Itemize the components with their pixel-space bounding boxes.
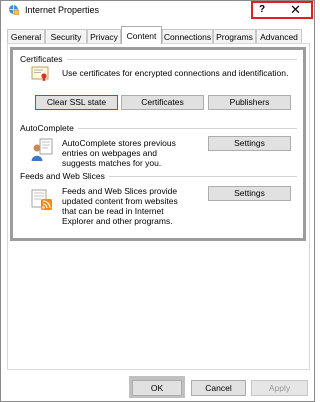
feeds-icon: [31, 189, 52, 210]
help-button[interactable]: ?: [259, 4, 265, 15]
title-bar: Internet Properties ? ✕: [1, 1, 314, 21]
apply-button[interactable]: Apply: [251, 380, 308, 396]
cancel-button[interactable]: Cancel: [191, 380, 246, 396]
certificate-icon: [31, 66, 49, 82]
tab-general[interactable]: General: [7, 29, 45, 43]
certificates-heading: Certificates: [20, 54, 67, 64]
title-controls: ? ✕: [251, 1, 313, 19]
autocomplete-description: AutoComplete stores previous entries on …: [62, 138, 176, 168]
tab-privacy[interactable]: Privacy: [87, 29, 121, 43]
autocomplete-settings-button[interactable]: Settings: [208, 136, 291, 151]
autocomplete-icon: [31, 138, 53, 161]
tab-programs[interactable]: Programs: [213, 29, 256, 43]
feeds-settings-button[interactable]: Settings: [208, 186, 291, 201]
autocomplete-heading: AutoComplete: [20, 123, 78, 133]
publishers-button[interactable]: Publishers: [208, 95, 291, 110]
close-button[interactable]: ✕: [290, 2, 301, 18]
tab-content[interactable]: Content: [121, 26, 162, 44]
ok-button[interactable]: OK: [132, 380, 182, 396]
tab-security[interactable]: Security: [45, 29, 87, 43]
feeds-heading: Feeds and Web Slices: [20, 171, 109, 181]
clear-ssl-state-button[interactable]: Clear SSL state: [35, 95, 118, 110]
internet-properties-icon: [9, 5, 19, 15]
tab-connections[interactable]: Connections: [162, 29, 213, 43]
certificates-button[interactable]: Certificates: [121, 95, 204, 110]
feeds-description: Feeds and Web Slices provide updated con…: [62, 186, 178, 226]
window-title: Internet Properties: [25, 5, 100, 15]
tab-advanced[interactable]: Advanced: [256, 29, 302, 43]
certificates-description: Use certificates for encrypted connectio…: [62, 68, 289, 78]
internet-properties-dialog: Internet Properties ? ✕ General Security…: [0, 0, 315, 402]
